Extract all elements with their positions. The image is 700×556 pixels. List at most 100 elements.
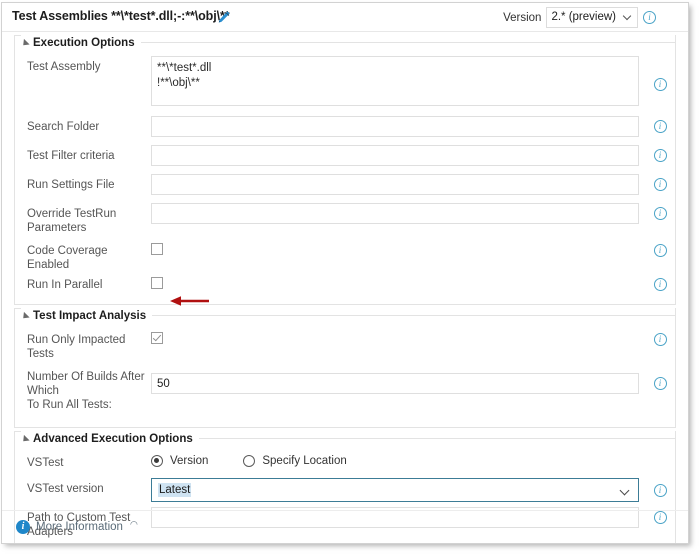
override-params-info-wrap: i [645, 203, 675, 220]
code-coverage-checkbox[interactable] [151, 243, 163, 255]
builds-count-info-wrap: i [645, 366, 675, 390]
section-divider [198, 438, 675, 439]
vstest-radio-row: Version Specify Location [151, 452, 639, 467]
field-row-vstest-version: VSTest version Latest i [15, 478, 675, 502]
test-assembly-info-wrap: i [645, 56, 675, 91]
chevron-down-icon [621, 487, 629, 495]
info-filled-icon: i [16, 520, 30, 534]
field-row-vstest: VSTest Version Specify Location [15, 452, 675, 472]
builds-count-label-line2: To Run All Tests: [27, 399, 112, 411]
radio-specify-location-label: Specify Location [262, 455, 347, 467]
search-folder-input[interactable] [151, 116, 639, 137]
version-select-value: 2.* (preview) [551, 11, 616, 23]
run-parallel-info-icon[interactable]: i [653, 278, 667, 291]
override-params-input[interactable] [151, 203, 639, 224]
section-divider [140, 42, 675, 43]
vstest-version-field-wrap: Latest [151, 478, 645, 502]
search-folder-info-icon[interactable]: i [653, 120, 667, 133]
section-test-impact-analysis-title: Test Impact Analysis [29, 309, 153, 322]
version-label: Version [503, 11, 542, 24]
builds-count-input[interactable] [151, 373, 639, 394]
task-editor-panel: Test Assemblies **\*test*.dll;-:**\obj\*… [1, 2, 689, 544]
section-execution-options-title: Execution Options [29, 36, 141, 49]
field-row-search-folder: Search Folder i [15, 116, 675, 140]
field-row-builds-count: Number Of Builds After Which To Run All … [15, 366, 675, 412]
pencil-icon[interactable] [217, 10, 231, 24]
more-information-link[interactable]: More Information [36, 521, 123, 533]
chevron-down-icon [624, 13, 633, 22]
run-settings-info-icon[interactable]: i [653, 178, 667, 191]
section-advanced-execution-options-header[interactable]: Advanced Execution Options [15, 431, 675, 446]
vstest-version-info-wrap: i [645, 478, 675, 497]
search-folder-info-wrap: i [645, 116, 675, 133]
override-params-field-wrap [151, 203, 645, 224]
section-divider [152, 315, 675, 316]
field-row-test-assembly: Test Assembly **\*test*.dll !**\obj\** i [15, 56, 675, 111]
external-link-icon: ◠ [129, 518, 138, 529]
search-folder-label: Search Folder [27, 121, 100, 133]
run-settings-label: Run Settings File [27, 179, 115, 191]
run-parallel-checkbox[interactable] [151, 277, 163, 289]
test-assembly-label: Test Assembly [27, 61, 101, 73]
test-filter-field-wrap [151, 145, 645, 166]
radio-version[interactable] [151, 455, 163, 467]
section-advanced-execution-options-title: Advanced Execution Options [29, 432, 199, 445]
test-filter-info-icon[interactable]: i [653, 149, 667, 162]
test-assembly-field-wrap: **\*test*.dll !**\obj\** [151, 56, 645, 111]
vstest-version-select-value: Latest [158, 483, 192, 497]
version-control-group: Version 2.* (preview) i [503, 7, 656, 28]
run-impacted-label: Run Only Impacted Tests [27, 334, 126, 360]
run-impacted-info-icon[interactable]: i [653, 333, 667, 346]
vstest-label: VSTest [27, 457, 64, 469]
version-info-icon[interactable]: i [643, 11, 656, 24]
builds-count-field-wrap [151, 366, 645, 394]
run-only-impacted-tests-checkbox[interactable] [151, 332, 163, 344]
builds-count-label-line1: Number Of Builds After Which [27, 371, 145, 397]
section-test-impact-analysis-header[interactable]: Test Impact Analysis [15, 308, 675, 323]
panel-header: Test Assemblies **\*test*.dll;-:**\obj\*… [2, 3, 688, 32]
run-parallel-info-wrap: i [645, 274, 675, 291]
vstest-version-label: VSTest version [27, 483, 104, 495]
vstest-version-info-icon[interactable]: i [653, 484, 667, 497]
run-settings-field-wrap [151, 174, 645, 195]
section-test-impact-analysis-body: Run Only Impacted Tests i Number Of Buil… [15, 323, 675, 427]
run-impacted-field-wrap [151, 329, 645, 349]
section-execution-options: Execution Options Test Assembly **\*test… [14, 35, 676, 305]
run-settings-input[interactable] [151, 174, 639, 195]
test-assembly-info-icon[interactable]: i [653, 78, 667, 91]
run-parallel-field-wrap [151, 274, 645, 294]
radio-specify-location[interactable] [243, 455, 256, 467]
code-coverage-label: Code Coverage Enabled [27, 245, 108, 271]
builds-count-info-icon[interactable]: i [653, 377, 667, 390]
page-title: Test Assemblies **\*test*.dll;-:**\obj\*… [12, 9, 230, 23]
run-impacted-info-wrap: i [645, 329, 675, 346]
vstest-info-wrap [645, 452, 675, 456]
field-row-test-filter: Test Filter criteria i [15, 145, 675, 169]
field-row-run-settings: Run Settings File i [15, 174, 675, 198]
override-params-info-icon[interactable]: i [653, 207, 667, 220]
test-filter-label: Test Filter criteria [27, 150, 115, 162]
vstest-version-select[interactable]: Latest [151, 478, 639, 502]
radio-version-label: Version [170, 455, 209, 467]
field-row-override-params: Override TestRun Parameters i [15, 203, 675, 235]
test-filter-input[interactable] [151, 145, 639, 166]
run-settings-info-wrap: i [645, 174, 675, 191]
field-row-run-impacted: Run Only Impacted Tests i [15, 329, 675, 361]
code-coverage-info-wrap: i [645, 240, 675, 257]
test-assembly-input[interactable]: **\*test*.dll !**\obj\** [151, 56, 639, 106]
builds-count-label: Number Of Builds After Which To Run All … [15, 366, 151, 412]
version-select[interactable]: 2.* (preview) [546, 7, 638, 28]
panel-footer: i More Information ◠ [2, 510, 688, 543]
test-filter-info-wrap: i [645, 145, 675, 162]
section-execution-options-header[interactable]: Execution Options [15, 35, 675, 50]
section-test-impact-analysis: Test Impact Analysis Run Only Impacted T… [14, 308, 676, 428]
run-parallel-label: Run In Parallel [27, 279, 103, 291]
search-folder-field-wrap [151, 116, 645, 137]
override-params-label: Override TestRun Parameters [27, 208, 117, 234]
vstest-radio-group: Version Specify Location [151, 452, 645, 467]
code-coverage-field-wrap [151, 240, 645, 260]
code-coverage-info-icon[interactable]: i [653, 244, 667, 257]
section-execution-options-body: Test Assembly **\*test*.dll !**\obj\** i… [15, 50, 675, 304]
field-row-code-coverage: Code Coverage Enabled i [15, 240, 675, 272]
field-row-run-parallel: Run In Parallel i [15, 274, 675, 294]
